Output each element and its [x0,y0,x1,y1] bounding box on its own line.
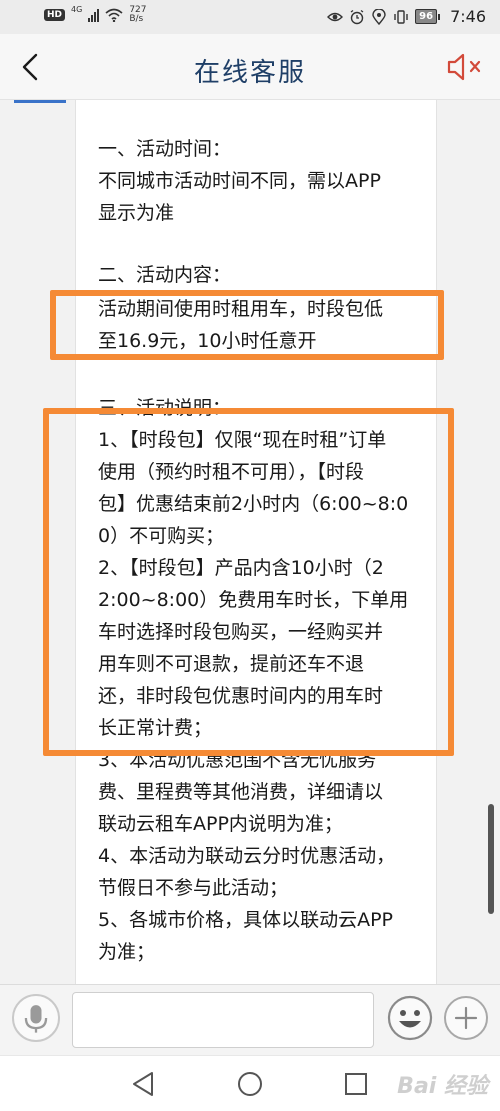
nav-recents-icon[interactable] [342,1070,370,1098]
message-line: 节假日不参与此活动； [98,877,289,899]
hd-badge: HD [44,9,66,21]
vibrate-icon [394,9,408,24]
message-line: 5、各城市价格，具体以联动云APP [98,909,394,931]
input-bar [0,984,500,1055]
network-speed: 727 B/s [129,6,146,24]
network-type: 4G [71,4,83,14]
alarm-icon [350,9,364,24]
status-left: HD 4G 727 B/s [44,4,147,24]
highlight-box-content [50,290,444,360]
status-time: 7:46 [450,7,486,26]
mute-sound-button[interactable] [446,51,486,83]
battery-icon: 96 [415,9,441,24]
message-line: 显示为准 [98,202,175,224]
message-line: 为准； [98,941,156,963]
message-line: 费、里程费等其他消费，详细请以 [98,781,384,803]
scrollbar[interactable] [488,804,494,914]
nav-home-icon[interactable] [236,1070,264,1098]
message-input[interactable] [72,992,374,1048]
status-bar: HD 4G 727 B/s 96 7:46 [0,0,500,34]
nav-back-icon[interactable] [130,1070,158,1098]
message-line: 联动云租车APP内说明为准； [98,813,343,835]
wifi-icon [105,8,123,22]
app-header: 在线客服 [0,34,500,100]
status-right: 96 7:46 [327,7,486,26]
signal-icon [88,8,100,22]
agent-avatar [14,100,66,103]
watermark: Bai 经验 [397,1074,488,1099]
message-line: 4、本活动为联动云分时优惠活动， [98,845,396,867]
chat-area[interactable]: 一、活动时间： 不同城市活动时间不同，需以APP 显示为准 二、活动内容： 活动期间使用… [0,100,500,984]
eye-icon [327,12,344,21]
voice-button[interactable] [12,994,60,1042]
page-title: 在线客服 [193,58,306,88]
more-button[interactable] [444,996,488,1040]
highlight-box-notes [43,408,454,756]
system-nav-bar: Bai 经验 [0,1055,500,1111]
location-icon [372,8,386,25]
message-line: 一、活动时间： [98,138,232,160]
battery-level: 96 [415,9,438,24]
message-line: 不同城市活动时间不同，需以APP [98,170,381,192]
speed-unit: B/s [129,14,144,24]
emoji-button[interactable] [386,994,434,1042]
message-line: 二、活动内容： [98,264,232,286]
